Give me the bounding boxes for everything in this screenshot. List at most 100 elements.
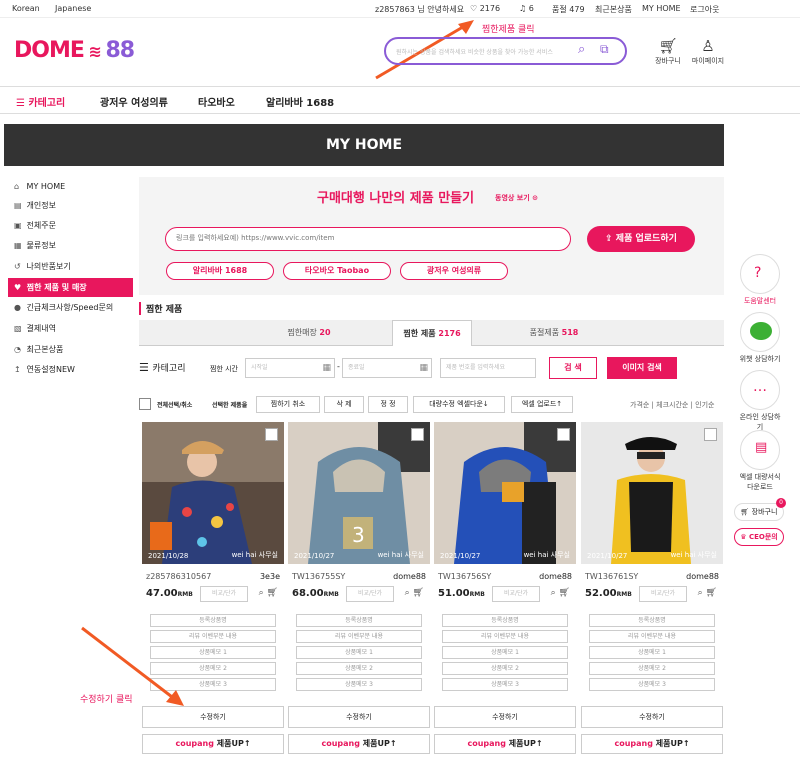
cart-icon[interactable]: 🛒︎: [559, 588, 570, 598]
cancel-wish-button[interactable]: 찜하기 취소: [256, 396, 320, 413]
edit-button[interactable]: 수정하기: [288, 706, 430, 728]
pill-guangzhou[interactable]: 광저우 여성의류: [400, 262, 508, 280]
start-date-input[interactable]: 시작일 ▦: [245, 358, 335, 378]
product-image[interactable]: 3 2021/10/27 wei hai 사무실: [288, 422, 430, 564]
sidebar-item-logistics[interactable]: ▦ 물류정보: [8, 236, 133, 255]
coupang-upload-button[interactable]: coupang 제품UP↑: [434, 734, 576, 754]
memo-field[interactable]: 등록상품명: [296, 614, 422, 627]
product-checkbox[interactable]: [704, 428, 717, 441]
nav-alibaba[interactable]: 알리바바 1688: [266, 94, 334, 109]
sidebar-item-wishlist[interactable]: ♥ 찜한 제품 및 매장: [8, 278, 133, 297]
search-input[interactable]: 원하시는 상품을 검색하세요 비슷한 상품을 찾아 가능한 서비스: [396, 47, 553, 56]
video-link[interactable]: 동영상 보기 ⊙: [495, 193, 538, 203]
compare-input[interactable]: 비교/단가: [200, 586, 248, 602]
product-image[interactable]: 2021/10/28 wei hai 사무실: [142, 422, 284, 564]
memo-field[interactable]: 상품메모 2: [589, 662, 715, 675]
online-consult-button[interactable]: … 온라인 상담하기: [738, 370, 782, 432]
search-icon[interactable]: ⌕: [551, 588, 556, 598]
sort-options[interactable]: 가격순 | 체크시간순 | 인기순: [630, 400, 714, 410]
memo-field[interactable]: 리뷰 이벤부분 내용: [589, 630, 715, 643]
coupang-upload-button[interactable]: coupang 제품UP↑: [581, 734, 723, 754]
product-image[interactable]: 2021/10/27 wei hai 사무실: [581, 422, 723, 564]
notification-link[interactable]: ♫ 6: [519, 4, 534, 13]
search-icon[interactable]: ⌕: [259, 588, 264, 598]
excel-download-button[interactable]: ▤ 엑셀 대량서식 다운로드: [738, 430, 782, 492]
tab-wished-products[interactable]: 찜한 제품 2176: [392, 320, 472, 346]
sidebar-item-integration[interactable]: ↥ 연동설정NEW: [8, 360, 133, 379]
memo-field[interactable]: 상품메모 2: [442, 662, 568, 675]
search-icon[interactable]: ⌕: [405, 588, 410, 598]
upload-product-button[interactable]: ⇪ 제품 업로드하기: [587, 226, 695, 252]
correct-button[interactable]: 정 정: [368, 396, 408, 413]
memo-field[interactable]: 등록상품명: [442, 614, 568, 627]
ceo-inquiry-button[interactable]: ♛ CEO문의: [734, 528, 784, 546]
cart-icon[interactable]: 🛒︎: [706, 588, 717, 598]
select-all-checkbox[interactable]: [139, 398, 151, 410]
search-icon[interactable]: ⌕: [698, 588, 703, 598]
product-checkbox[interactable]: [265, 428, 278, 441]
floating-cart-button[interactable]: 🛒︎ 장바구니 0: [734, 498, 786, 521]
bulk-excel-download-button[interactable]: 대량수정 엑셀다운↓: [413, 396, 505, 413]
memo-field[interactable]: 상품메모 1: [589, 646, 715, 659]
nav-guangzhou[interactable]: 광저우 여성의류: [100, 94, 168, 109]
cart-icon[interactable]: 🛒︎: [267, 588, 278, 598]
memo-field[interactable]: 상품메모 2: [296, 662, 422, 675]
tab-wished-stores[interactable]: 찜한매장 20: [229, 320, 389, 346]
sidebar-item-returns[interactable]: ↺ 나의반품보기: [8, 257, 133, 276]
site-logo[interactable]: DOME ≋ 88: [14, 38, 135, 63]
search-icon[interactable]: ⌕: [578, 42, 585, 57]
sidebar-item-profile[interactable]: ▤ 개인정보: [8, 196, 133, 215]
product-checkbox[interactable]: [557, 428, 570, 441]
nav-taobao[interactable]: 타오바오: [198, 94, 235, 109]
edit-button[interactable]: 수정하기: [581, 706, 723, 728]
compare-input[interactable]: 비교/단가: [639, 586, 687, 602]
calendar-icon[interactable]: ▦: [322, 359, 331, 377]
mypage-button[interactable]: ♙ 마이페이지: [688, 36, 728, 66]
coupang-upload-button[interactable]: coupang 제품UP↑: [288, 734, 430, 754]
excel-upload-button[interactable]: 엑셀 업로드↑: [511, 396, 573, 413]
memo-field[interactable]: 리뷰 이벤부분 내용: [296, 630, 422, 643]
memo-field[interactable]: 등록상품명: [589, 614, 715, 627]
cart-icon[interactable]: 🛒︎: [413, 588, 424, 598]
tab-soldout[interactable]: 품절제품 518: [474, 320, 634, 346]
compare-input[interactable]: 비교/단가: [492, 586, 540, 602]
nav-category[interactable]: ☰ 카테고리: [16, 94, 65, 109]
calendar-icon[interactable]: ▦: [419, 359, 428, 377]
category-filter[interactable]: ☰ 카테고리: [139, 361, 186, 374]
recent-products-link[interactable]: 최근본상품: [595, 4, 632, 15]
pill-alibaba[interactable]: 알리바바 1688: [166, 262, 274, 280]
search-box[interactable]: 원하시는 상품을 검색하세요 비슷한 상품을 찾아 가능한 서비스 ⌕ ⧉: [384, 37, 627, 65]
memo-field[interactable]: 상품메모 1: [442, 646, 568, 659]
product-code-input[interactable]: 제품 번호를 입력하세요: [440, 358, 536, 378]
memo-field[interactable]: 상품메모 3: [296, 678, 422, 691]
search-button[interactable]: 검 색: [549, 357, 597, 379]
delete-button[interactable]: 삭 제: [324, 396, 364, 413]
sidebar-item-myhome[interactable]: ⌂ MY HOME: [8, 177, 133, 196]
lang-japanese-link[interactable]: Japanese: [55, 4, 91, 13]
sidebar-item-payments[interactable]: ▧ 결제내역: [8, 319, 133, 338]
image-search-icon[interactable]: ⧉: [600, 42, 609, 57]
sidebar-item-urgent[interactable]: ● 긴급체크사항/Speed문의: [8, 298, 133, 317]
soldout-link[interactable]: 품절 479: [552, 4, 585, 15]
link-input[interactable]: 링크를 입력하세요예) https://www.vvic.com/item: [165, 227, 571, 251]
sidebar-item-recent[interactable]: ◔ 최근본상품: [8, 340, 133, 359]
sidebar-item-orders[interactable]: ▣ 전체주문: [8, 216, 133, 235]
end-date-input[interactable]: 종료일 ▦: [342, 358, 432, 378]
memo-field[interactable]: 상품메모 3: [589, 678, 715, 691]
memo-field[interactable]: 상품메모 3: [442, 678, 568, 691]
product-image[interactable]: 2021/10/27 wei hai 사무실: [434, 422, 576, 564]
edit-button[interactable]: 수정하기: [434, 706, 576, 728]
coupang-upload-button[interactable]: coupang 제품UP↑: [142, 734, 284, 754]
compare-input[interactable]: 비교/단가: [346, 586, 394, 602]
myhome-link[interactable]: MY HOME: [642, 4, 681, 13]
logout-link[interactable]: 로그아웃: [690, 4, 719, 15]
memo-field[interactable]: 리뷰 이벤부분 내용: [442, 630, 568, 643]
memo-field[interactable]: 상품메모 1: [296, 646, 422, 659]
cart-button[interactable]: 🛒︎ 장바구니: [648, 36, 688, 66]
wechat-button[interactable]: 위챗 상담하기: [738, 312, 782, 364]
image-search-button[interactable]: 이미지 검색: [607, 357, 677, 379]
product-checkbox[interactable]: [411, 428, 424, 441]
help-center-button[interactable]: ? 도움말센터: [738, 254, 782, 306]
wishlist-link[interactable]: ♡ 2176: [470, 4, 500, 13]
lang-korean-link[interactable]: Korean: [12, 4, 40, 13]
